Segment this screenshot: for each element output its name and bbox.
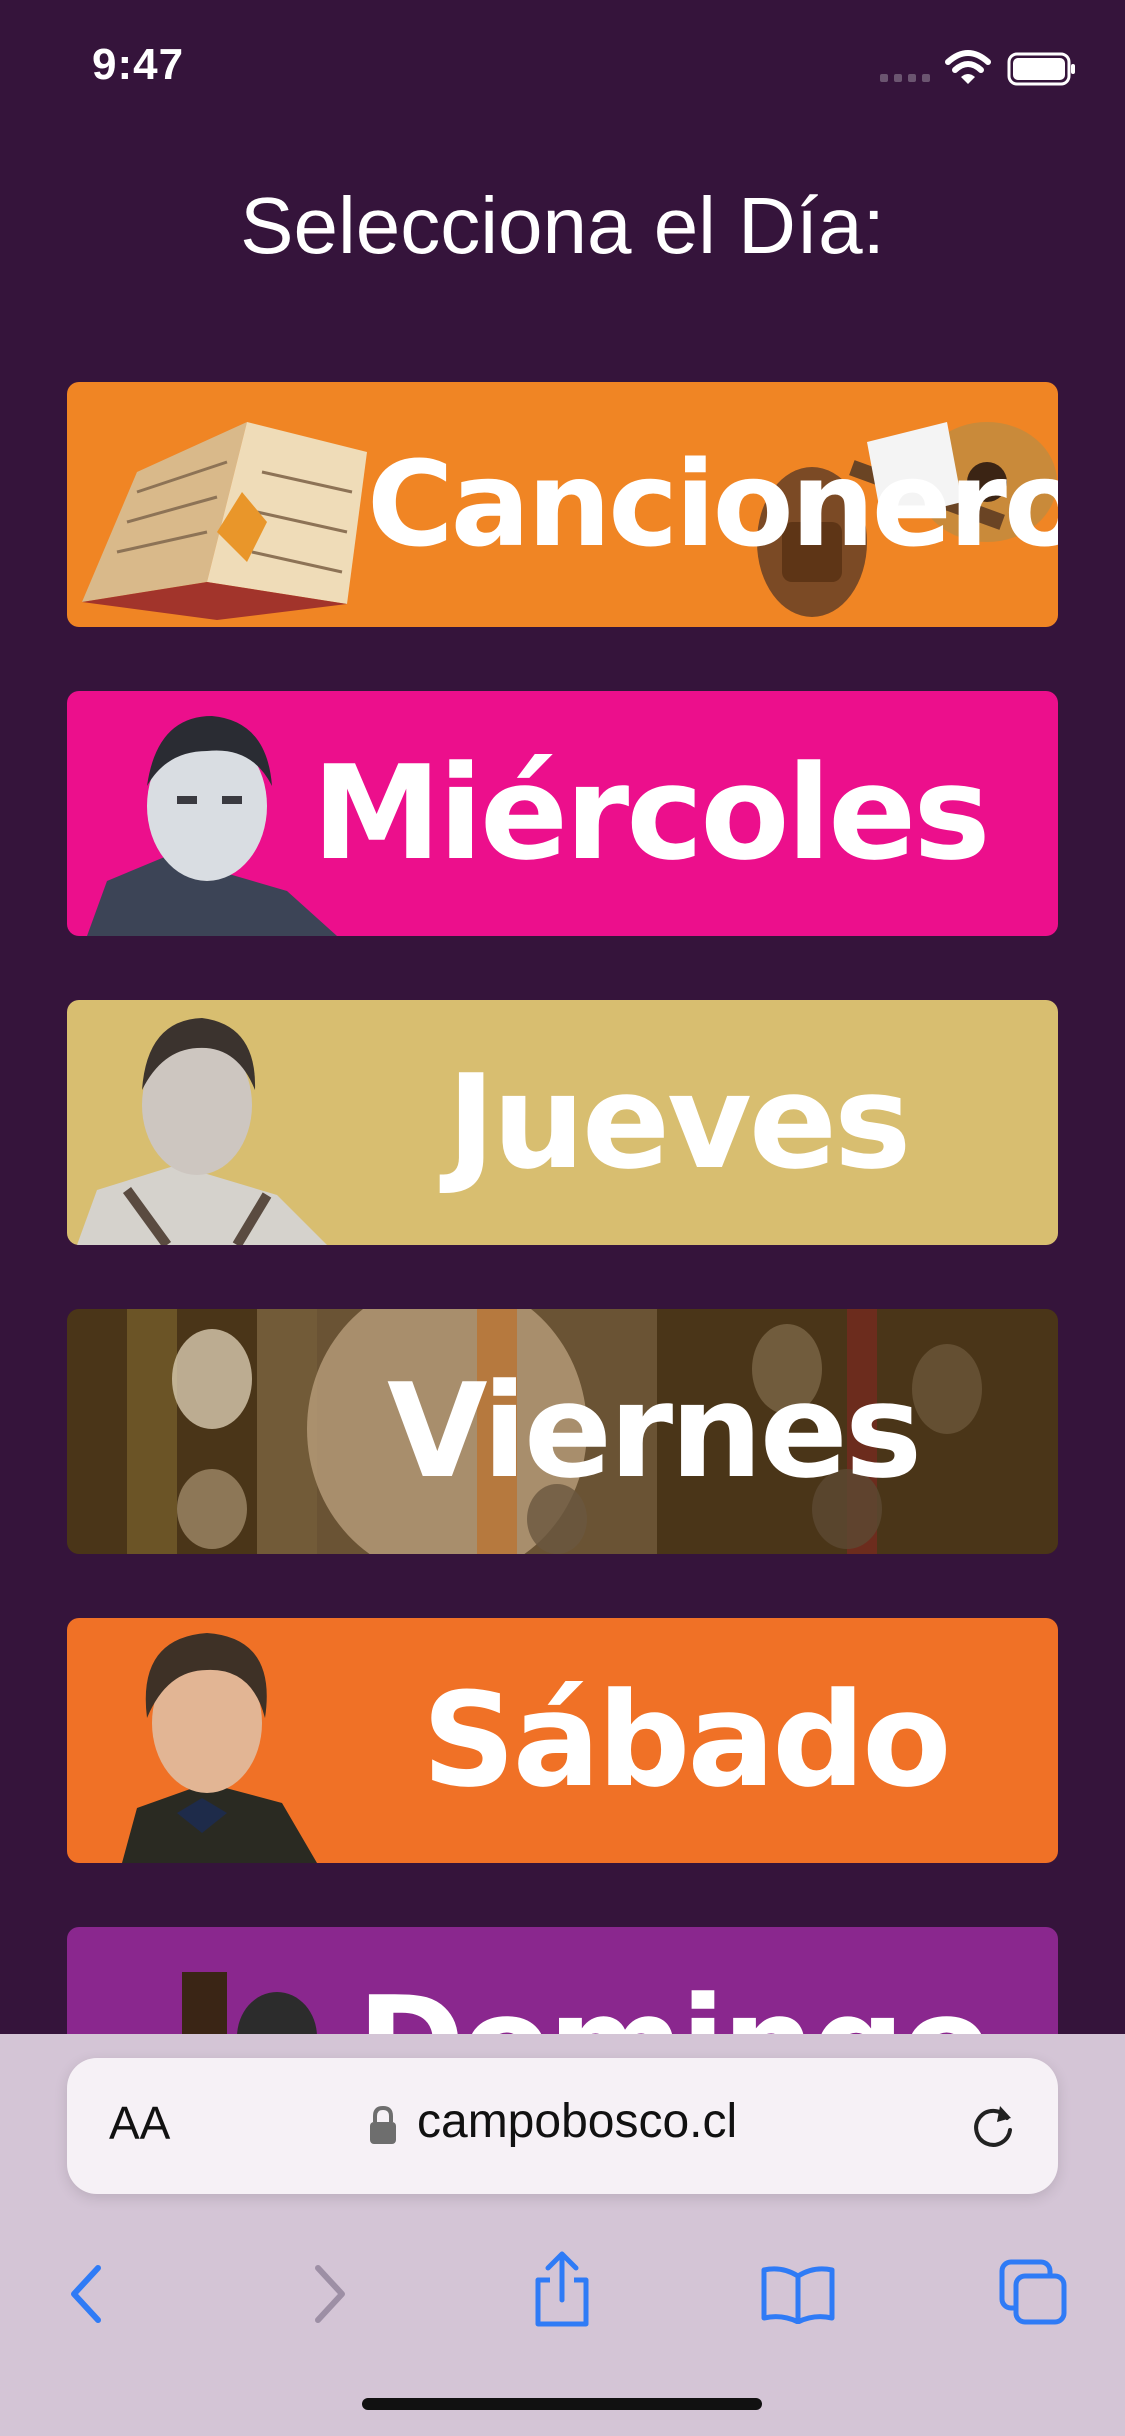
day-label: Jueves bbox=[447, 1046, 911, 1198]
portrait-illustration bbox=[122, 1633, 317, 1863]
day-button-miercoles[interactable]: Miércoles bbox=[67, 691, 1058, 936]
day-button-jueves[interactable]: Jueves bbox=[67, 1000, 1058, 1245]
browser-toolbar bbox=[0, 2234, 1125, 2364]
back-icon[interactable] bbox=[66, 2262, 106, 2326]
day-label: Miércoles bbox=[312, 737, 991, 889]
bookmarks-icon[interactable] bbox=[760, 2264, 836, 2324]
day-label: Viernes bbox=[387, 1355, 922, 1507]
page-title: Selecciona el Día: bbox=[240, 181, 885, 270]
day-button-viernes[interactable]: Viernes bbox=[67, 1309, 1058, 1554]
status-time: 9:47 bbox=[92, 40, 185, 89]
day-button-cancionero[interactable]: Cancionero bbox=[67, 382, 1058, 627]
cellular-signal-icon bbox=[880, 74, 930, 82]
address-bar[interactable]: AA campobosco.cl bbox=[67, 2058, 1058, 2194]
browser-chrome: AA campobosco.cl bbox=[0, 2034, 1125, 2436]
url-text[interactable]: campobosco.cl bbox=[417, 2094, 737, 2149]
day-label: Sábado bbox=[422, 1664, 952, 1816]
battery-icon bbox=[1007, 52, 1075, 86]
tabs-icon[interactable] bbox=[998, 2258, 1070, 2328]
lock-icon bbox=[370, 2105, 396, 2144]
portrait-illustration bbox=[77, 1018, 327, 1245]
reader-options-button[interactable]: AA bbox=[109, 2096, 170, 2150]
forward-icon[interactable] bbox=[310, 2262, 350, 2326]
status-bar: 9:47 bbox=[0, 0, 1125, 140]
day-label: Cancionero bbox=[367, 435, 1058, 573]
day-button-sabado[interactable]: Sábado bbox=[67, 1618, 1058, 1863]
wifi-icon bbox=[945, 50, 991, 84]
reload-icon[interactable] bbox=[967, 2100, 1019, 2152]
share-icon[interactable] bbox=[530, 2250, 594, 2330]
home-indicator bbox=[362, 2398, 762, 2410]
